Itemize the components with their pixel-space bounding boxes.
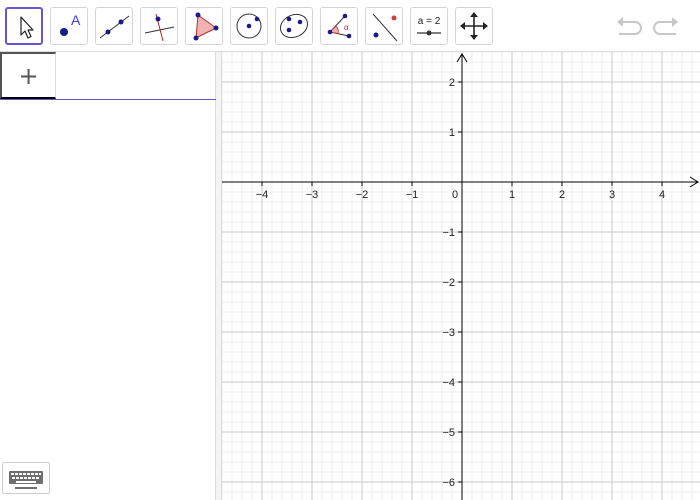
keyboard-icon (9, 471, 43, 489)
x-tick-label: 4 (659, 189, 665, 201)
undo-button[interactable] (613, 12, 645, 40)
y-tick-label: −1 (442, 227, 455, 239)
polygon-tool-button[interactable] (185, 7, 223, 45)
line-icon (99, 15, 130, 39)
move-graphics-view-icon (460, 12, 488, 40)
ellipse-tool-button[interactable] (275, 7, 313, 45)
reflect-tool-button[interactable] (365, 7, 403, 45)
move-graphics-tool-button[interactable] (455, 7, 493, 45)
redo-icon (653, 17, 678, 35)
x-tick-label: 2 (559, 189, 565, 201)
move-tool-button[interactable] (5, 7, 43, 45)
y-tick-label: 1 (449, 127, 455, 139)
slider-tool-label: a = 2 (418, 16, 441, 27)
polygon-icon (193, 12, 219, 41)
x-tick-label: 1 (509, 189, 515, 201)
y-tick-label: −5 (442, 427, 455, 439)
slider-icon: a = 2 (417, 16, 441, 36)
perpendicular-tool-button[interactable] (140, 7, 178, 45)
x-tick-label: −2 (356, 189, 369, 201)
x-tick-label: 3 (609, 189, 615, 201)
point-tool-button[interactable]: A (50, 7, 88, 45)
angle-tool-button[interactable]: α (320, 7, 358, 45)
coordinate-grid[interactable]: −4 −3 −2 −1 0 1 2 3 4 2 1 −1 −2 −3 −4 −5 −6 (222, 52, 700, 500)
x-tick-label: −1 (406, 189, 419, 201)
slider-tool-button[interactable]: a = 2 (410, 7, 448, 45)
angle-tool-label: α (344, 23, 349, 32)
keyboard-button[interactable] (2, 462, 50, 494)
undo-icon (617, 17, 642, 35)
reflect-icon (372, 13, 398, 42)
algebra-view: + (0, 52, 216, 500)
y-tick-label: −2 (442, 277, 455, 289)
add-object-button[interactable]: + (0, 52, 56, 99)
y-tick-label: −3 (442, 327, 455, 339)
redo-button[interactable] (650, 12, 682, 40)
perpendicular-line-icon (144, 13, 175, 42)
toolbar: A α a = 2 (0, 0, 700, 52)
x-tick-label: −3 (306, 189, 319, 201)
angle-icon: α (327, 13, 352, 39)
line-tool-button[interactable] (95, 7, 133, 45)
plus-icon: + (18, 61, 39, 90)
circle-icon (236, 13, 262, 39)
x-tick-label: −4 (256, 189, 269, 201)
point-tool-label: A (71, 12, 81, 28)
algebra-input-field[interactable] (57, 52, 215, 99)
y-tick-label: −6 (442, 477, 455, 489)
point-icon: A (60, 12, 81, 36)
y-tick-label: −4 (442, 377, 455, 389)
x-tick-label: 0 (452, 189, 458, 201)
move-arrow-icon (20, 16, 34, 39)
circle-tool-button[interactable] (230, 7, 268, 45)
y-tick-label: 2 (449, 77, 455, 89)
algebra-input-row: + (0, 52, 216, 100)
ellipse-icon (279, 13, 309, 39)
graphics-view[interactable]: −4 −3 −2 −1 0 1 2 3 4 2 1 −1 −2 −3 −4 −5 −6 (222, 52, 700, 500)
